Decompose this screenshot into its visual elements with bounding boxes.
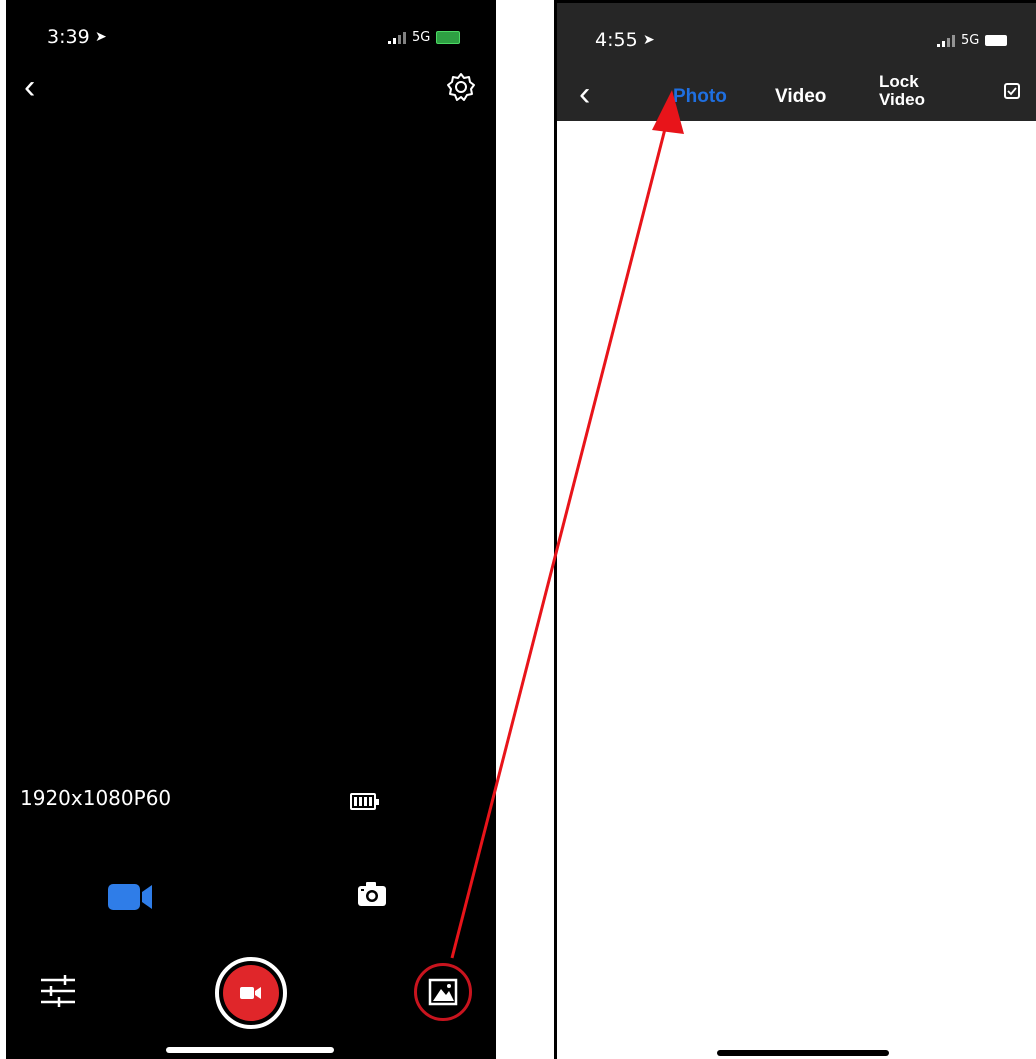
select-checkbox-icon[interactable] (1004, 83, 1020, 99)
settings-gear-icon[interactable] (446, 72, 476, 107)
tab-lock-video[interactable]: Lock Video (879, 73, 937, 109)
signal-icon (388, 31, 406, 44)
status-time: 4:55 (595, 29, 638, 51)
location-arrow-icon: ➤ (643, 31, 655, 47)
status-bar-right: 5G (937, 33, 1008, 48)
status-bar-right: 5G (388, 30, 461, 45)
right-phone-screen: 4:55 ➤ 5G ‹ Photo Video Lock Video (554, 0, 1036, 1059)
tab-video[interactable]: Video (775, 86, 826, 108)
network-label: 5G (412, 30, 431, 45)
network-label: 5G (961, 33, 980, 48)
video-mode-icon[interactable] (106, 880, 154, 919)
photo-mode-icon[interactable] (356, 878, 388, 915)
sliders-icon[interactable] (39, 974, 77, 1013)
gallery-button[interactable] (414, 963, 472, 1021)
location-arrow-icon: ➤ (95, 28, 107, 44)
signal-icon (937, 34, 955, 47)
status-time: 3:39 (47, 26, 90, 48)
record-video-icon (223, 965, 279, 1021)
home-indicator (166, 1047, 334, 1053)
back-chevron-icon[interactable]: ‹ (579, 77, 590, 111)
left-phone-screen: 3:39 ➤ 5G ‹ 1920x1080P60 (6, 0, 496, 1059)
battery-charging-icon (436, 31, 461, 44)
gallery-header: 4:55 ➤ 5G ‹ Photo Video Lock Video (557, 3, 1036, 121)
camera-battery-icon (350, 793, 379, 810)
gallery-icon (428, 978, 458, 1006)
gallery-content-area (557, 121, 1036, 1041)
home-indicator (717, 1050, 889, 1056)
tab-photo[interactable]: Photo (673, 86, 727, 108)
record-button[interactable] (215, 957, 287, 1029)
back-chevron-icon[interactable]: ‹ (24, 70, 35, 104)
resolution-label: 1920x1080P60 (20, 786, 172, 810)
battery-icon (985, 35, 1008, 46)
